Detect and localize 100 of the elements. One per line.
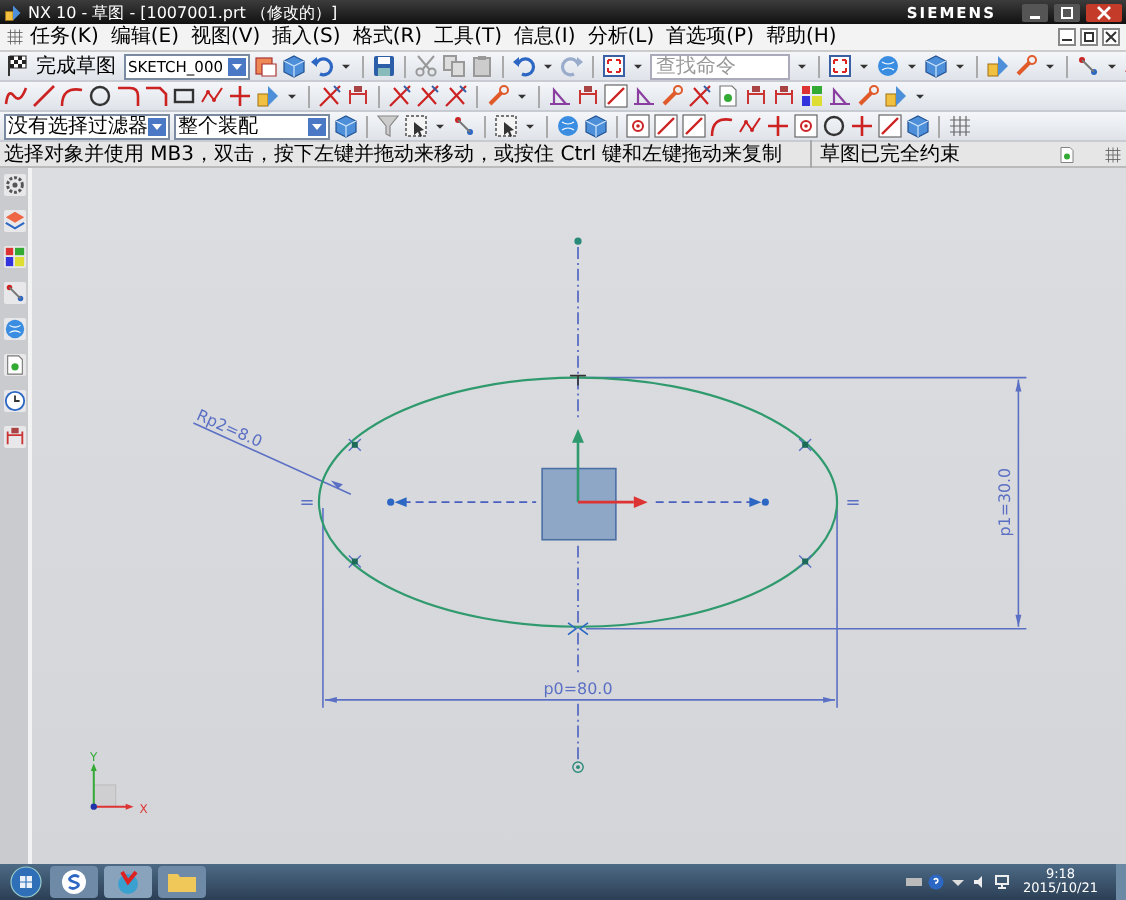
palette-icon[interactable] <box>800 84 824 108</box>
page-icon[interactable] <box>716 84 740 108</box>
command-search-field[interactable]: 查找命令 <box>650 53 790 79</box>
grid-icon[interactable] <box>948 114 972 138</box>
undo-icon[interactable] <box>512 54 536 78</box>
dashed-guide-line <box>654 497 769 508</box>
profile-icon[interactable] <box>4 84 28 108</box>
clock-icon[interactable] <box>3 390 25 412</box>
circle-icon[interactable] <box>88 84 112 108</box>
scissors-icon[interactable] <box>414 54 438 78</box>
plus-icon[interactable] <box>766 114 790 138</box>
dropdown-arrow-icon[interactable] <box>228 57 246 75</box>
arc-icon[interactable] <box>60 84 84 108</box>
caret-icon[interactable] <box>949 874 966 890</box>
menu-item[interactable]: 分析(L) <box>581 24 661 50</box>
arc-icon[interactable] <box>710 114 734 138</box>
menu-item[interactable]: 帮助(H) <box>759 24 843 50</box>
cube-icon[interactable] <box>906 114 930 138</box>
rect-icon[interactable] <box>172 84 196 108</box>
page-icon[interactable] <box>3 354 25 376</box>
snapline-icon[interactable] <box>878 114 902 138</box>
spline-icon[interactable] <box>738 114 762 138</box>
restore-icon[interactable] <box>1054 3 1080 21</box>
cube-icon[interactable] <box>584 114 608 138</box>
nodes-icon[interactable] <box>1076 54 1100 78</box>
plus-icon[interactable] <box>850 114 874 138</box>
snap-icon[interactable] <box>626 114 650 138</box>
plus-icon[interactable] <box>228 84 252 108</box>
copy-icon[interactable] <box>442 54 466 78</box>
minimize-icon[interactable] <box>1022 3 1048 21</box>
cube-icon[interactable] <box>282 54 306 78</box>
speaker-icon[interactable] <box>971 874 988 890</box>
menu-item[interactable]: 任务(K) <box>24 24 105 50</box>
dimension-icon[interactable] <box>772 84 796 108</box>
start-button[interactable] <box>8 866 44 898</box>
sketch-point[interactable] <box>574 237 582 245</box>
spline-icon[interactable] <box>200 84 224 108</box>
perpendicular-marker-icon <box>569 374 587 387</box>
close-icon[interactable] <box>1086 3 1122 21</box>
menu-item[interactable]: 格式(R) <box>346 24 429 50</box>
chamfer-icon[interactable] <box>144 84 168 108</box>
dropdown-arrow-icon[interactable] <box>148 117 166 135</box>
select-icon[interactable] <box>404 114 428 138</box>
clipboard-icon[interactable] <box>470 54 494 78</box>
knot-point-icon[interactable] <box>798 554 812 569</box>
minimize-icon[interactable] <box>1058 28 1076 46</box>
menu-item[interactable]: 首选项(P) <box>660 24 760 50</box>
snapline-icon[interactable] <box>654 114 678 138</box>
globe-icon[interactable] <box>556 114 580 138</box>
cube-icon[interactable] <box>334 114 358 138</box>
circle-icon[interactable] <box>822 114 846 138</box>
ellipse-curve[interactable] <box>317 376 839 628</box>
wrench-icon[interactable] <box>856 84 880 108</box>
snap-icon[interactable] <box>794 114 818 138</box>
close-icon[interactable] <box>1102 28 1120 46</box>
snapline-icon[interactable] <box>682 114 706 138</box>
cube-icon[interactable] <box>924 54 948 78</box>
dimension-icon[interactable] <box>744 84 768 108</box>
taskbar-app-icon[interactable] <box>50 866 98 898</box>
dimension-icon[interactable] <box>346 84 370 108</box>
globe-icon[interactable] <box>3 318 25 340</box>
select-icon[interactable] <box>494 114 518 138</box>
finish-sketch-button[interactable]: 完成草图 <box>32 53 120 79</box>
menu-item[interactable]: 视图(V) <box>185 24 267 50</box>
layers-icon[interactable] <box>3 210 25 232</box>
palette-icon[interactable] <box>3 246 25 268</box>
menu-grip-icon[interactable] <box>6 28 24 46</box>
type-filter-dropdown[interactable]: 没有选择过滤器 <box>4 113 170 139</box>
cue-line-prompt: 选择对象并使用 MB3，双击，按下左键并拖动来移动，或按住 Ctrl 键和左键拖动来复制 <box>4 141 783 168</box>
selection-scope-dropdown[interactable]: 整个装配 <box>174 113 330 139</box>
keyboard-icon[interactable] <box>905 874 922 890</box>
nodes-icon[interactable] <box>3 282 25 304</box>
line-icon[interactable] <box>32 84 56 108</box>
menu-item[interactable]: 编辑(E) <box>104 24 185 50</box>
help-icon[interactable] <box>927 874 944 890</box>
save-icon[interactable] <box>372 54 396 78</box>
dimension-icon[interactable] <box>3 426 25 448</box>
menu-item[interactable]: 信息(I) <box>508 24 582 50</box>
sketch-point[interactable] <box>572 761 584 773</box>
undo-icon[interactable] <box>310 54 334 78</box>
menu-item[interactable]: 工具(T) <box>428 24 508 50</box>
wrench-icon[interactable] <box>660 84 684 108</box>
fit-icon[interactable] <box>602 54 626 78</box>
snapline-icon[interactable] <box>604 84 628 108</box>
menu-item[interactable]: 插入(S) <box>266 24 347 50</box>
knot-point-icon[interactable] <box>348 438 362 452</box>
page-icon[interactable] <box>1058 145 1076 163</box>
nodes-icon[interactable] <box>452 114 476 138</box>
grid-icon[interactable] <box>1104 145 1122 163</box>
dropdown-arrow-icon[interactable] <box>308 117 326 135</box>
knot-point-icon[interactable] <box>798 438 812 452</box>
restore-icon[interactable] <box>1080 28 1098 46</box>
fit-icon[interactable] <box>828 54 852 78</box>
gear-icon[interactable] <box>3 174 25 196</box>
dimension-icon[interactable] <box>576 84 600 108</box>
network-icon[interactable] <box>993 874 1010 890</box>
fillet-icon[interactable] <box>116 84 140 108</box>
shapes-icon[interactable] <box>986 54 1010 78</box>
finish-icon[interactable] <box>4 54 28 78</box>
knot-point-icon[interactable] <box>348 554 362 569</box>
